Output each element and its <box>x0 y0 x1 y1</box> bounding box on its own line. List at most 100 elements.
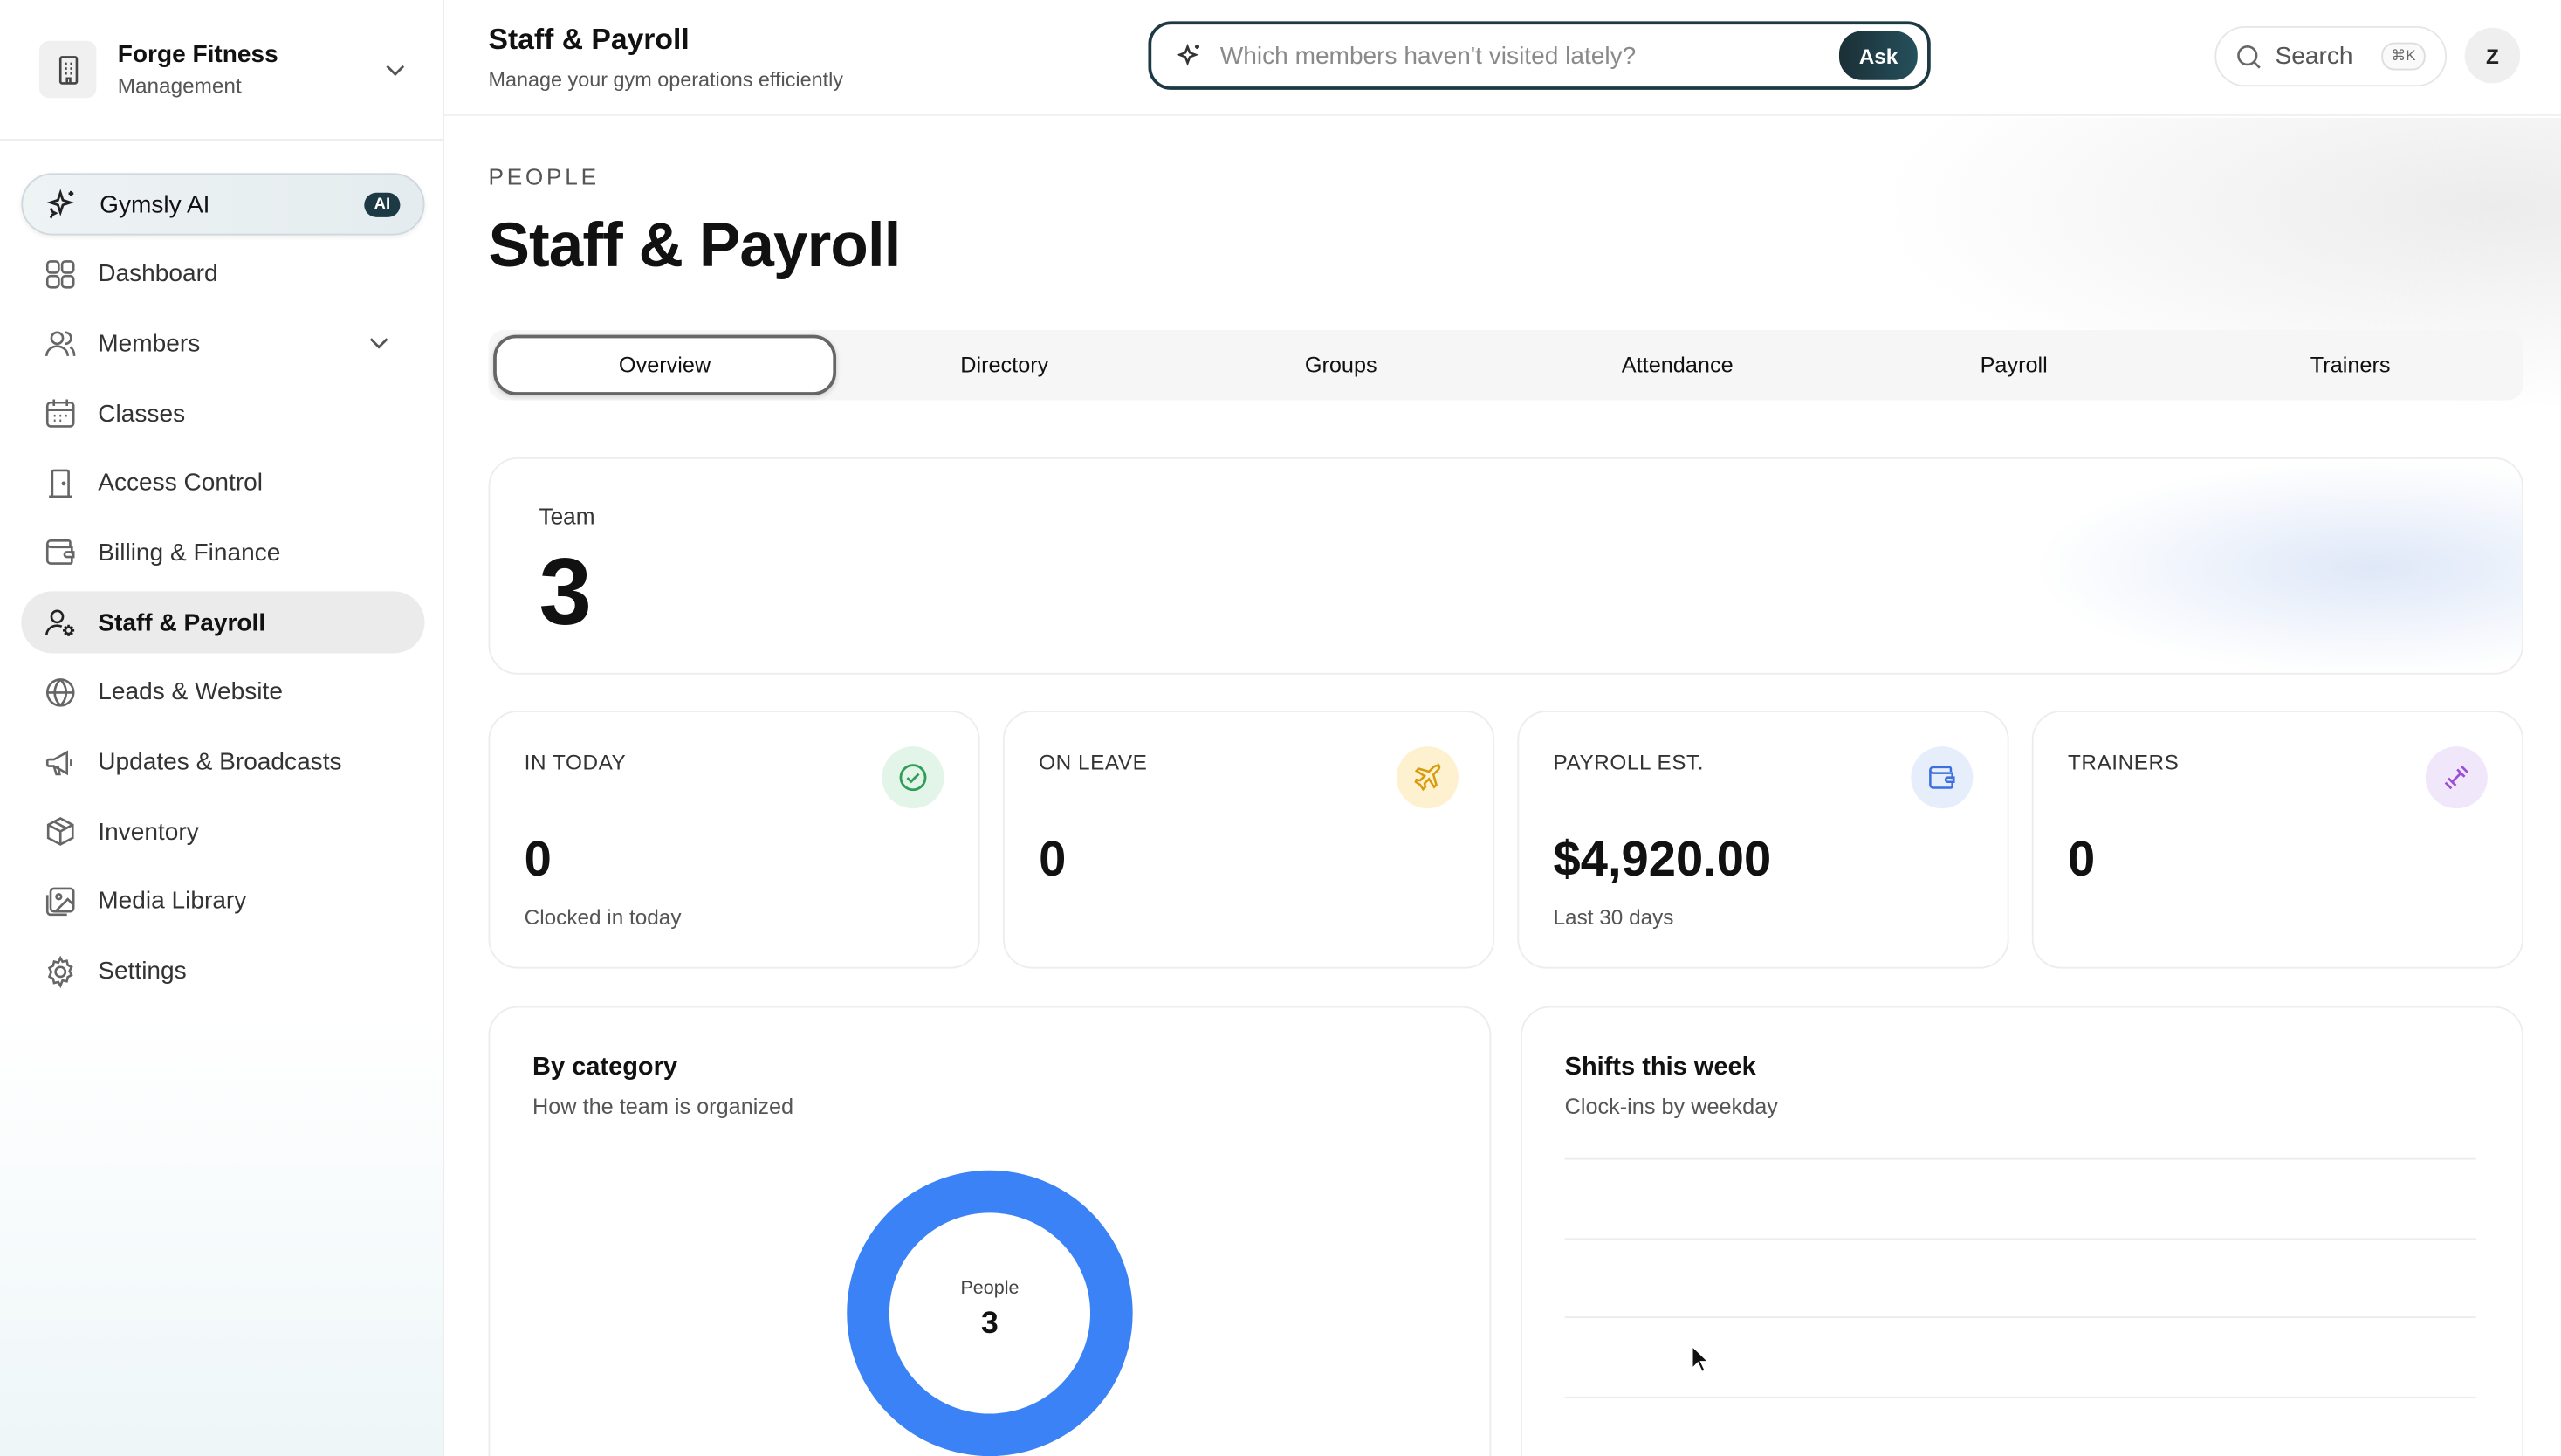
stat-value: 0 <box>1039 833 1067 888</box>
sidebar-item-billing-finance[interactable]: Billing & Finance <box>21 522 424 584</box>
category-donut-chart: People 3 <box>846 1170 1133 1456</box>
page-eyebrow: PEOPLE <box>488 163 600 190</box>
sidebar-item-access-control[interactable]: Access Control <box>21 452 424 514</box>
sidebar-item-label: Classes <box>98 399 186 428</box>
chevron-down-icon[interactable] <box>386 63 405 76</box>
ai-badge: AI <box>364 191 401 216</box>
sidebar-nav: Gymsly AI AI Dashboard Members Classes A… <box>21 173 425 1010</box>
donut-center-label: People <box>960 1279 1020 1299</box>
users-icon <box>45 327 77 360</box>
box-icon <box>45 815 77 848</box>
door-icon <box>45 467 77 499</box>
sidebar-item-label: Settings <box>98 957 187 986</box>
panel-subtitle: How the team is organized <box>532 1094 794 1119</box>
sidebar-item-leads-website[interactable]: Leads & Website <box>21 661 424 723</box>
tab-payroll[interactable]: Payroll <box>1845 335 2181 395</box>
sidebar-item-label: Inventory <box>98 817 199 846</box>
sidebar-item-settings[interactable]: Settings <box>21 940 424 1002</box>
sidebar-item-label: Gymsly AI <box>100 189 210 218</box>
org-name: Forge Fitness <box>117 40 278 69</box>
stat-value: 0 <box>524 833 552 888</box>
dumbbell-icon <box>2425 746 2488 809</box>
sidebar-item-label: Staff & Payroll <box>98 608 266 637</box>
sparkles-icon <box>45 188 78 220</box>
panel-title: By category <box>532 1053 678 1082</box>
tab-directory[interactable]: Directory <box>836 335 1172 395</box>
stat-label: ON LEAVE <box>1039 749 1148 774</box>
sidebar-item-label: Dashboard <box>98 259 218 288</box>
tab-overview[interactable]: Overview <box>493 334 837 395</box>
stat-card-in-today: IN TODAY 0 Clocked in today <box>488 710 980 969</box>
avatar[interactable]: Z <box>2464 27 2521 84</box>
tab-bar: Overview Directory Groups Attendance Pay… <box>488 329 2524 401</box>
search-icon <box>2236 44 2262 70</box>
chevron-down-icon[interactable] <box>369 337 388 350</box>
sidebar-item-label: Media Library <box>98 887 247 916</box>
team-card: Team 3 <box>488 457 2524 675</box>
image-icon <box>45 885 77 917</box>
donut-center-value: 3 <box>981 1306 999 1342</box>
wallet-icon <box>45 537 77 569</box>
chart-gridline <box>1564 1238 2476 1240</box>
chart-gridline <box>1564 1157 2476 1160</box>
sparkles-icon <box>1174 41 1204 71</box>
org-subtitle: Management <box>117 73 242 99</box>
sidebar-item-media-library[interactable]: Media Library <box>21 870 424 932</box>
user-gear-icon <box>45 606 77 638</box>
panel-subtitle: Clock-ins by weekday <box>1564 1094 1778 1119</box>
sidebar-item-inventory[interactable]: Inventory <box>21 800 424 862</box>
wallet-icon <box>1911 746 1974 809</box>
tab-attendance[interactable]: Attendance <box>1509 335 1845 395</box>
check-circle-icon <box>882 746 944 809</box>
main-content: PEOPLE Staff & Payroll Overview Director… <box>444 117 2561 1456</box>
mouse-cursor-icon <box>1691 1343 1711 1382</box>
tab-groups[interactable]: Groups <box>1173 335 1509 395</box>
stat-card-trainers: TRAINERS 0 <box>2031 710 2524 969</box>
header-title: Staff & Payroll <box>488 23 690 56</box>
chart-gridline <box>1564 1396 2476 1398</box>
sidebar-item-updates-broadcasts[interactable]: Updates & Broadcasts <box>21 731 424 793</box>
sidebar-item-label: Access Control <box>98 469 264 498</box>
megaphone-icon <box>45 745 77 778</box>
sidebar-item-label: Updates & Broadcasts <box>98 748 342 776</box>
stat-label: IN TODAY <box>524 749 627 774</box>
by-category-panel: By category How the team is organized Pe… <box>488 1006 1492 1456</box>
chart-gridline <box>1564 1316 2476 1319</box>
org-switcher[interactable]: Forge Fitness Management <box>0 0 444 141</box>
calendar-icon <box>45 397 77 429</box>
stat-card-payroll-est: PAYROLL EST. $4,920.00 Last 30 days <box>1517 710 2009 969</box>
ask-ai-input[interactable] <box>1219 41 1840 70</box>
sidebar-item-label: Billing & Finance <box>98 539 281 567</box>
stat-subtitle: Last 30 days <box>1553 904 1674 930</box>
search-button[interactable]: Search ⌘K <box>2214 25 2448 87</box>
top-bar: Staff & Payroll Manage your gym operatio… <box>443 0 2561 116</box>
tab-trainers[interactable]: Trainers <box>2182 335 2518 395</box>
sidebar-item-gymsly-ai[interactable]: Gymsly AI AI <box>21 173 425 236</box>
team-label: Team <box>539 503 595 530</box>
page-title: Staff & Payroll <box>488 212 901 281</box>
gear-icon <box>45 954 77 988</box>
search-label: Search <box>2275 42 2353 71</box>
building-icon <box>38 40 97 99</box>
sidebar-item-label: Leads & Website <box>98 678 283 706</box>
stat-label: PAYROLL EST. <box>1553 749 1705 774</box>
stat-value: $4,920.00 <box>1553 833 1772 888</box>
search-shortcut: ⌘K <box>2381 42 2426 71</box>
stat-subtitle: Clocked in today <box>524 904 682 930</box>
sidebar-item-classes[interactable]: Classes <box>21 382 424 444</box>
sidebar-item-members[interactable]: Members <box>21 312 424 374</box>
shifts-panel: Shifts this week Clock-ins by weekday <box>1521 1006 2524 1456</box>
sidebar: Forge Fitness Management Gymsly AI AI Da… <box>0 0 444 1456</box>
sidebar-item-label: Members <box>98 329 201 358</box>
stats-row: IN TODAY 0 Clocked in today ON LEAVE 0 P… <box>488 710 2524 969</box>
stat-label: TRAINERS <box>2067 749 2180 774</box>
decorative-glow <box>2031 458 2523 673</box>
ask-ai-box: Ask <box>1148 21 1931 90</box>
team-count: 3 <box>539 539 592 646</box>
panel-title: Shifts this week <box>1564 1053 1756 1082</box>
sidebar-item-dashboard[interactable]: Dashboard <box>21 243 424 305</box>
sidebar-item-staff-payroll[interactable]: Staff & Payroll <box>21 591 425 654</box>
plane-icon <box>1396 746 1459 809</box>
globe-icon <box>45 676 77 708</box>
ask-button[interactable]: Ask <box>1839 31 1918 80</box>
